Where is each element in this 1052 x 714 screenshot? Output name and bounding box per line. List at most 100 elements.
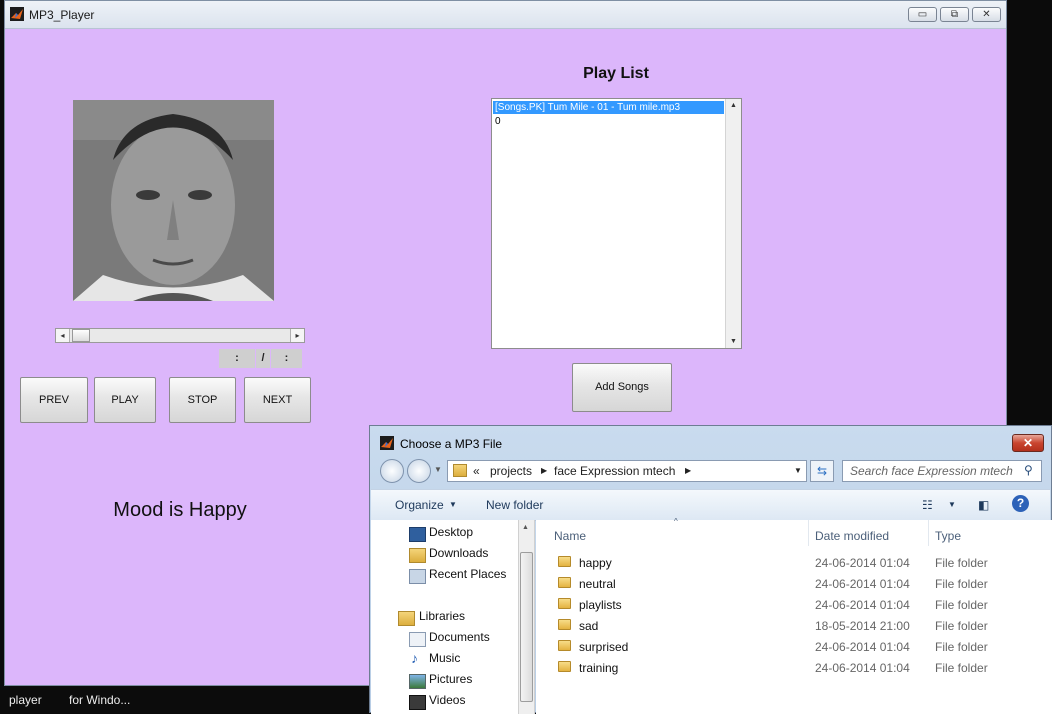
- maximize-button[interactable]: ⧉: [940, 7, 969, 22]
- address-dropdown-icon[interactable]: ▼: [794, 466, 802, 475]
- nav-item-downloads[interactable]: Downloads: [429, 546, 488, 560]
- view-options-icon[interactable]: ☷: [922, 498, 933, 512]
- matlab-icon: [380, 436, 394, 450]
- breadcrumb-chevron-icon[interactable]: ▶: [685, 466, 691, 475]
- preview-pane-icon[interactable]: ◧: [978, 498, 989, 512]
- address-prefix: «: [473, 464, 480, 478]
- file-row[interactable]: training 24-06-2014 01:04 File folder: [536, 657, 1036, 678]
- slider-left-arrow-icon[interactable]: ◂: [56, 329, 70, 342]
- back-button[interactable]: [380, 459, 404, 483]
- forward-button[interactable]: [407, 459, 431, 483]
- file-name[interactable]: playlists: [579, 598, 622, 612]
- scroll-up-icon[interactable]: ▲: [522, 524, 529, 531]
- file-name[interactable]: neutral: [579, 577, 616, 591]
- address-bar[interactable]: « projects ▶ face Expression mtech ▶ ▼: [447, 460, 807, 482]
- file-type: File folder: [935, 598, 988, 612]
- folder-icon: [558, 598, 571, 609]
- column-divider[interactable]: [808, 520, 809, 546]
- close-button[interactable]: ✕: [972, 7, 1001, 22]
- sort-indicator-icon: ^: [674, 517, 678, 526]
- face-photo-drawing: [73, 100, 274, 301]
- search-icon[interactable]: ⚲: [1024, 463, 1033, 477]
- breadcrumb-current-folder[interactable]: face Expression mtech: [554, 464, 675, 478]
- title-bar[interactable]: MP3_Player ▭ ⧉ ✕: [5, 1, 1006, 29]
- file-row[interactable]: surprised 24-06-2014 01:04 File folder: [536, 636, 1036, 657]
- organize-dropdown-icon[interactable]: ▼: [449, 500, 457, 509]
- column-header-type[interactable]: Type: [935, 529, 961, 543]
- pictures-icon: [409, 674, 426, 689]
- navigation-pane: Desktop Downloads Recent Places Librarie…: [371, 520, 522, 714]
- refresh-icon[interactable]: ⇆: [810, 460, 834, 482]
- add-songs-button[interactable]: Add Songs: [572, 363, 672, 412]
- file-name[interactable]: training: [579, 661, 618, 675]
- videos-icon: [409, 695, 426, 710]
- search-input[interactable]: Search face Expression mtech ⚲: [842, 460, 1042, 482]
- next-button[interactable]: NEXT: [244, 377, 311, 423]
- libraries-icon: [398, 611, 415, 626]
- dialog-close-button[interactable]: ✕: [1012, 434, 1044, 452]
- playlist-item[interactable]: [Songs.PK] Tum Mile - 01 - Tum mile.mp3: [493, 101, 724, 114]
- documents-icon: [409, 632, 426, 647]
- seek-slider[interactable]: ◂ ▸: [55, 328, 305, 343]
- matlab-icon: [10, 7, 24, 21]
- playlist-listbox[interactable]: [Songs.PK] Tum Mile - 01 - Tum mile.mp3 …: [491, 98, 742, 349]
- playlist-title: Play List: [583, 65, 649, 82]
- help-icon[interactable]: ?: [1012, 495, 1029, 512]
- recent-locations-chevron-icon[interactable]: ▼: [434, 465, 442, 474]
- file-open-dialog: Choose a MP3 File ✕ ▼ « projects ▶ face …: [369, 425, 1052, 714]
- time-divider: /: [256, 349, 270, 368]
- file-name[interactable]: surprised: [579, 640, 628, 654]
- downloads-icon: [409, 548, 426, 563]
- breadcrumb-projects[interactable]: projects: [490, 464, 532, 478]
- window-title: MP3_Player: [29, 8, 95, 22]
- file-type: File folder: [935, 619, 988, 633]
- recent-places-icon: [409, 569, 426, 584]
- view-dropdown-icon[interactable]: ▼: [948, 500, 956, 509]
- breadcrumb-chevron-icon[interactable]: ▶: [541, 466, 547, 475]
- column-divider[interactable]: [928, 520, 929, 546]
- file-name[interactable]: happy: [579, 556, 612, 570]
- nav-item-videos[interactable]: Videos: [429, 693, 465, 707]
- nav-item-desktop[interactable]: Desktop: [429, 525, 473, 539]
- file-row[interactable]: neutral 24-06-2014 01:04 File folder: [536, 573, 1036, 594]
- playlist-scrollbar[interactable]: ▲ ▼: [725, 99, 741, 348]
- slider-right-arrow-icon[interactable]: ▸: [290, 329, 304, 342]
- scroll-down-icon[interactable]: ▼: [726, 338, 741, 345]
- file-name[interactable]: sad: [579, 619, 598, 633]
- nav-item-music[interactable]: Music: [429, 651, 460, 665]
- scroll-up-icon[interactable]: ▲: [726, 102, 741, 109]
- nav-item-documents[interactable]: Documents: [429, 630, 490, 644]
- slider-thumb[interactable]: [72, 329, 90, 342]
- folder-icon: [558, 640, 571, 651]
- organize-menu[interactable]: Organize: [395, 498, 444, 512]
- taskbar-item[interactable]: for Windo...: [69, 693, 130, 707]
- music-icon: ♪: [411, 650, 418, 666]
- desktop-icon: [409, 527, 426, 542]
- play-button[interactable]: PLAY: [94, 377, 156, 423]
- file-row[interactable]: happy 24-06-2014 01:04 File folder: [536, 552, 1036, 573]
- taskbar-item[interactable]: player: [9, 693, 42, 707]
- file-type: File folder: [935, 661, 988, 675]
- stop-button[interactable]: STOP: [169, 377, 236, 423]
- nav-item-recent-places[interactable]: Recent Places: [429, 567, 506, 581]
- nav-item-pictures[interactable]: Pictures: [429, 672, 472, 686]
- prev-button[interactable]: PREV: [20, 377, 88, 423]
- mood-label: Mood is Happy: [113, 499, 247, 521]
- file-date: 24-06-2014 01:04: [815, 577, 910, 591]
- new-folder-button[interactable]: New folder: [486, 498, 543, 512]
- file-date: 24-06-2014 01:04: [815, 661, 910, 675]
- column-header-date[interactable]: Date modified: [815, 529, 889, 543]
- file-date: 24-06-2014 01:04: [815, 556, 910, 570]
- taskbar: player for Windo...: [0, 686, 369, 713]
- file-row[interactable]: playlists 24-06-2014 01:04 File folder: [536, 594, 1036, 615]
- nav-item-libraries[interactable]: Libraries: [419, 609, 465, 623]
- file-date: 24-06-2014 01:04: [815, 640, 910, 654]
- minimize-button[interactable]: ▭: [908, 7, 937, 22]
- file-list: Name ^ Date modified Type happy 24-06-20…: [536, 517, 1052, 714]
- folder-icon: [558, 661, 571, 672]
- scroll-thumb[interactable]: [520, 552, 533, 702]
- nav-scrollbar[interactable]: ▲: [518, 520, 535, 714]
- file-row[interactable]: sad 18-05-2014 21:00 File folder: [536, 615, 1036, 636]
- column-header-name[interactable]: Name: [554, 529, 586, 543]
- playlist-item[interactable]: 0: [493, 115, 501, 128]
